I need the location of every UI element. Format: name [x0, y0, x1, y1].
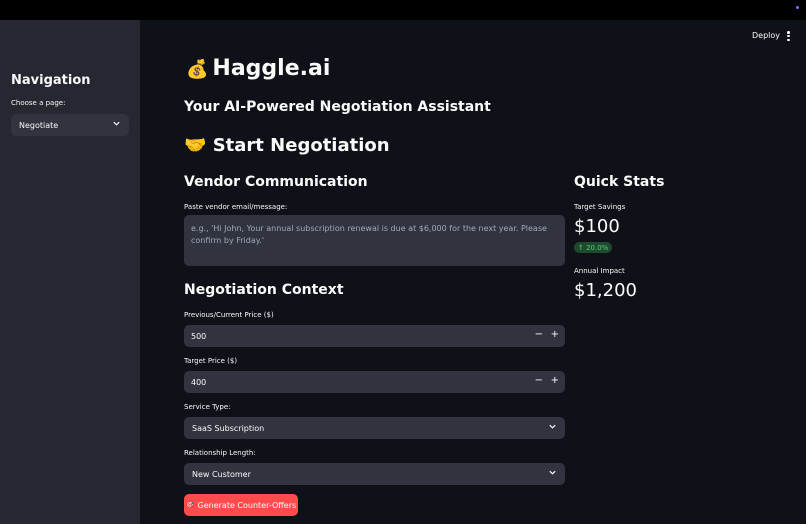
- target-price-label: Target Price ($): [184, 357, 238, 365]
- sidebar-title: Navigation: [11, 73, 91, 88]
- top-bar: [0, 0, 806, 20]
- vendor-message-label: Paste vendor email/message:: [184, 203, 288, 211]
- target-savings-label: Target Savings: [574, 203, 626, 211]
- target-price-value: 400: [191, 377, 207, 387]
- quick-stats-heading: Quick Stats: [574, 174, 665, 190]
- money-bag-icon: 💰: [186, 59, 209, 80]
- annual-impact-value: $1,200: [574, 280, 637, 301]
- service-type-select[interactable]: SaaS Subscription: [184, 417, 565, 439]
- app-subtitle: Your AI-Powered Negotiation Assistant: [184, 99, 491, 115]
- target-price-increment-button[interactable]: +: [551, 375, 559, 386]
- vendor-message-input[interactable]: e.g., 'Hi John, Your annual subscription…: [184, 215, 565, 266]
- target-icon: 🎯: [185, 501, 195, 509]
- page-select-label: Choose a page:: [11, 99, 66, 107]
- vendor-heading: Vendor Communication: [184, 174, 368, 190]
- previous-price-value: 500: [191, 331, 207, 341]
- target-savings-value: $100: [574, 216, 620, 237]
- generate-counter-offers-button[interactable]: 🎯 Generate Counter-Offers: [184, 494, 298, 516]
- deploy-button[interactable]: Deploy: [752, 31, 780, 40]
- annual-impact-label: Annual Impact: [574, 267, 625, 275]
- main-content: Deploy 💰 Haggle.ai Your AI-Powered Negoti…: [140, 20, 806, 524]
- chevron-down-icon: [549, 470, 556, 475]
- previous-price-label: Previous/Current Price ($): [184, 311, 274, 319]
- relationship-length-select[interactable]: New Customer: [184, 463, 565, 485]
- previous-price-decrement-button[interactable]: −: [535, 329, 543, 340]
- previous-price-input[interactable]: 500 − +: [184, 325, 565, 347]
- sidebar: Navigation Choose a page: Negotiate: [0, 20, 140, 524]
- service-type-value: SaaS Subscription: [192, 423, 265, 433]
- service-type-label: Service Type:: [184, 403, 231, 411]
- main-menu-icon[interactable]: [787, 31, 791, 43]
- app-title-text: Haggle.ai: [212, 56, 331, 81]
- chevron-down-icon: [549, 424, 556, 429]
- chevron-down-icon: [113, 121, 120, 126]
- handshake-icon: 🤝: [184, 135, 207, 156]
- page-select-value: Negotiate: [19, 120, 59, 130]
- status-dot-icon: [796, 6, 799, 9]
- previous-price-increment-button[interactable]: +: [551, 329, 559, 340]
- target-price-input[interactable]: 400 − +: [184, 371, 565, 393]
- app-title: 💰 Haggle.ai: [186, 56, 330, 81]
- section-title-text: Start Negotiation: [212, 135, 390, 156]
- relationship-length-value: New Customer: [192, 469, 251, 479]
- relationship-length-label: Relationship Length:: [184, 449, 256, 457]
- generate-button-label: Generate Counter-Offers: [197, 500, 297, 510]
- target-price-decrement-button[interactable]: −: [535, 375, 543, 386]
- context-heading: Negotiation Context: [184, 282, 344, 298]
- page-select[interactable]: Negotiate: [11, 114, 129, 136]
- target-savings-delta-badge: ↑ 20.0%: [574, 242, 613, 253]
- section-title: 🤝 Start Negotiation: [184, 135, 390, 156]
